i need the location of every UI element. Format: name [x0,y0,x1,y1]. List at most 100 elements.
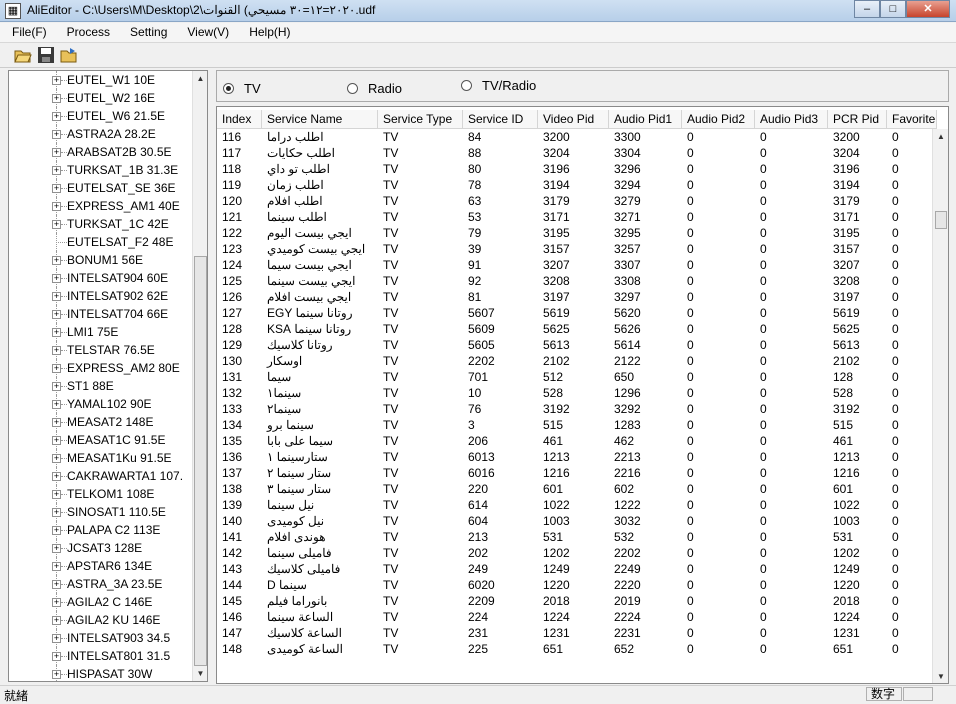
menu-file[interactable]: File(F) [0,23,55,42]
tree-item[interactable]: + TURKSAT_1B 31.3E [9,161,194,179]
table-row[interactable]: 143 فاميلى كلاسيك TV 249 1249 2249 0 0 1249 0 [217,561,937,577]
expand-icon[interactable]: + [52,202,61,211]
expand-icon[interactable]: + [52,508,61,517]
tree-item[interactable]: + ARABSAT2B 30.5E [9,143,194,161]
tree-item[interactable]: + YAMAL102 90E [9,395,194,413]
column-header[interactable]: Favorite [887,110,937,129]
scroll-down-arrow-icon[interactable]: ▼ [193,666,207,681]
open-file-icon[interactable] [60,46,80,66]
expand-icon[interactable]: + [52,292,61,301]
tree-scroll-thumb[interactable] [194,256,207,666]
expand-icon[interactable]: + [52,328,61,337]
table-row[interactable]: 133 سينما٢ TV 76 3192 3292 0 0 3192 0 [217,401,937,417]
expand-icon[interactable]: + [52,580,61,589]
table-row[interactable]: 131 سيما TV 701 512 650 0 0 128 0 [217,369,937,385]
column-header[interactable]: Audio Pid3 [755,110,828,129]
expand-icon[interactable]: + [52,346,61,355]
tree-scrollbar[interactable]: ▲ ▼ [192,71,207,681]
radio-dot-tvradio[interactable] [461,80,472,91]
satellite-tree[interactable]: + EUTEL_W1 10E + EUTEL_W2 16E + EUTEL_W6 21.5… [8,70,208,682]
table-row[interactable]: 136 ستارسينما ١ TV 6013 1213 2213 0 0 1213 0 [217,449,937,465]
tree-item[interactable]: + EUTEL_W2 16E [9,89,194,107]
table-row[interactable]: 123 ايجي بيست كوميدي TV 39 3157 3257 0 0 3157 0 [217,241,937,257]
tree-item[interactable]: + INTELSAT902 62E [9,287,194,305]
tree-item[interactable]: + AGILA2 C 146E [9,593,194,611]
table-row[interactable]: 125 ايجي بيست سينما TV 92 3208 3308 0 0 3208 0 [217,273,937,289]
expand-icon[interactable]: + [52,562,61,571]
expand-icon[interactable]: + [52,184,61,193]
table-row[interactable]: 122 ايجي بيست اليوم TV 79 3195 3295 0 0 3195 0 [217,225,937,241]
column-header[interactable]: Video Pid [538,110,609,129]
menu-view[interactable]: View(V) [175,23,237,42]
tree-item[interactable]: + LMI1 75E [9,323,194,341]
maximize-button[interactable]: □ [880,0,906,18]
table-row[interactable]: 118 اطلب تو داي TV 80 3196 3296 0 0 3196 0 [217,161,937,177]
tree-item[interactable]: + EUTEL_W1 10E [9,71,194,89]
expand-icon[interactable]: + [52,490,61,499]
column-header[interactable]: Service ID [463,110,538,129]
table-row[interactable]: 126 ايجي بيست افلام TV 81 3197 3297 0 0 3197 0 [217,289,937,305]
tree-item[interactable]: + INTELSAT801 31.5 [9,647,194,665]
table-row[interactable]: 146 الساعة سينما TV 224 1224 2224 0 0 1224 0 [217,609,937,625]
expand-icon[interactable]: + [52,400,61,409]
tree-item[interactable]: + INTELSAT903 34.5 [9,629,194,647]
tree-item[interactable]: + SINOSAT1 110.5E [9,503,194,521]
close-button[interactable]: ✕ [906,0,950,18]
expand-icon[interactable]: + [52,76,61,85]
tree-item[interactable]: + PALAPA C2 113E [9,521,194,539]
tree-item[interactable]: + ST1 88E [9,377,194,395]
radio-tvradio[interactable]: TV/Radio [461,78,536,93]
expand-icon[interactable]: + [52,94,61,103]
expand-icon[interactable]: + [52,256,61,265]
tree-item[interactable]: + TELKOM1 108E [9,485,194,503]
column-header[interactable]: PCR Pid [828,110,887,129]
table-row[interactable]: 130 اوسكار TV 2202 2102 2122 0 0 2102 0 [217,353,937,369]
tree-item[interactable]: + APSTAR6 134E [9,557,194,575]
tree-item[interactable]: + ASTRA_3A 23.5E [9,575,194,593]
expand-icon[interactable]: + [52,166,61,175]
table-row[interactable]: 139 نيل سينما TV 614 1022 1222 0 0 1022 0 [217,497,937,513]
table-row[interactable]: 119 اطلب زمان TV 78 3194 3294 0 0 3194 0 [217,177,937,193]
tree-item[interactable]: + EUTEL_W6 21.5E [9,107,194,125]
column-header[interactable]: Index [217,110,262,129]
grid-scroll-up-arrow-icon[interactable]: ▲ [933,129,948,145]
table-row[interactable]: 128 روتانا سينما KSA TV 5609 5625 5626 0 0 5625 0 [217,321,937,337]
table-row[interactable]: 120 اطلب افلام TV 63 3179 3279 0 0 3179 0 [217,193,937,209]
expand-icon[interactable]: + [52,364,61,373]
radio-dot-tv[interactable] [223,83,234,94]
table-row[interactable]: 147 الساعة كلاسيك TV 231 1231 2231 0 0 1231 0 [217,625,937,641]
grid-scroll-down-arrow-icon[interactable]: ▼ [933,669,948,683]
scroll-up-arrow-icon[interactable]: ▲ [193,71,207,86]
table-row[interactable]: 127 روتانا سينما EGY TV 5607 5619 5620 0 0 5619 0 [217,305,937,321]
tree-item[interactable]: + CAKRAWARTA1 107. [9,467,194,485]
expand-icon[interactable]: + [52,652,61,661]
open-folder-icon[interactable] [14,46,34,66]
table-row[interactable]: 141 هوندى افلام TV 213 531 532 0 0 531 0 [217,529,937,545]
expand-icon[interactable]: + [52,436,61,445]
tree-item[interactable]: + JCSAT3 128E [9,539,194,557]
tree-item[interactable]: + INTELSAT904 60E [9,269,194,287]
tree-item[interactable]: + EXPRESS_AM2 80E [9,359,194,377]
table-row[interactable]: 142 فاميلى سينما TV 202 1202 2202 0 0 1202 0 [217,545,937,561]
table-row[interactable]: 148 الساعة كوميدى TV 225 651 652 0 0 651 0 [217,641,937,657]
tree-item[interactable]: + INTELSAT704 66E [9,305,194,323]
tree-item[interactable]: + ASTRA2A 28.2E [9,125,194,143]
tree-item[interactable]: + MEASAT2 148E [9,413,194,431]
expand-icon[interactable]: + [52,526,61,535]
expand-icon[interactable]: + [52,130,61,139]
tree-item[interactable]: + AGILA2 KU 146E [9,611,194,629]
tree-item[interactable]: + BONUM1 56E [9,251,194,269]
expand-icon[interactable]: + [52,310,61,319]
expand-icon[interactable]: + [52,454,61,463]
tree-item[interactable]: EUTELSAT_F2 48E [9,233,194,251]
radio-dot-radio[interactable] [347,83,358,94]
expand-icon[interactable]: + [52,670,61,679]
expand-icon[interactable]: + [52,148,61,157]
minimize-button[interactable]: – [854,0,880,18]
table-row[interactable]: 129 روتانا كلاسيك TV 5605 5613 5614 0 0 5613 0 [217,337,937,353]
table-row[interactable]: 124 ايجي بيست سيما TV 91 3207 3307 0 0 3207 0 [217,257,937,273]
grid-scroll-thumb[interactable] [935,211,947,229]
expand-icon[interactable]: + [52,472,61,481]
menu-setting[interactable]: Setting [118,23,175,42]
save-icon[interactable] [37,46,57,66]
